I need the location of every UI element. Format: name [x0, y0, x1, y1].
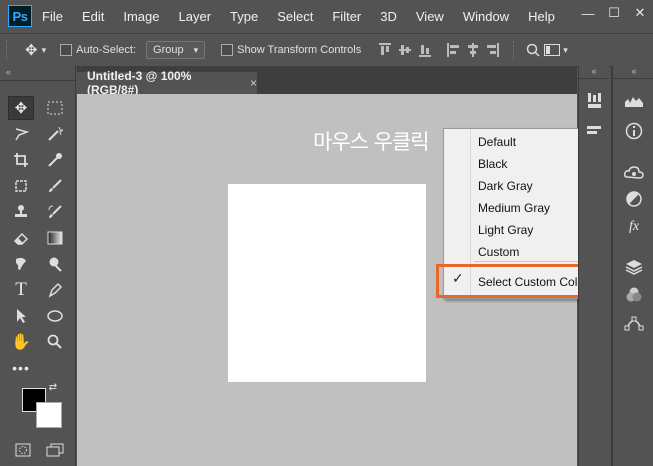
menu-type[interactable]: Type — [230, 9, 258, 24]
document-canvas[interactable] — [228, 184, 426, 382]
menu-view[interactable]: View — [416, 9, 444, 24]
document-tab-title: Untitled-3 @ 100% (RGB/8#) — [87, 69, 192, 97]
tools-panel-collapse[interactable]: « — [0, 66, 75, 81]
more-icon[interactable]: ••• — [8, 356, 34, 380]
options-grip[interactable] — [6, 40, 11, 60]
gradient-icon[interactable] — [42, 226, 68, 250]
channels-icon[interactable] — [621, 284, 647, 306]
libraries-icon[interactable] — [621, 162, 647, 184]
auto-select-value: Group — [153, 44, 184, 56]
move-icon[interactable]: ✥ — [8, 96, 34, 120]
menu-item-medium-gray[interactable]: Medium Gray — [478, 197, 550, 219]
eraser-icon[interactable] — [8, 226, 34, 250]
lasso-icon[interactable] — [8, 122, 34, 146]
chevron-down-icon: ▾ — [193, 44, 199, 55]
align-left-icon[interactable] — [447, 43, 460, 57]
menu-filter[interactable]: Filter — [332, 9, 361, 24]
brush-settings-icon[interactable] — [581, 90, 607, 112]
type-icon[interactable]: T — [8, 278, 34, 302]
panel-dock-2: « fx — [611, 66, 653, 466]
adjustments-icon[interactable] — [621, 188, 647, 210]
stamp-icon[interactable] — [8, 200, 34, 224]
zoom-icon[interactable] — [42, 330, 68, 354]
ellipse-icon[interactable] — [42, 304, 68, 328]
close-button[interactable]: ✕ — [627, 5, 653, 21]
search-icon[interactable] — [526, 43, 540, 57]
align-vcenter-icon[interactable] — [399, 43, 412, 57]
dock-collapse[interactable]: « — [613, 66, 653, 79]
minimize-button[interactable]: — — [575, 6, 601, 21]
workspace-icon[interactable] — [544, 44, 561, 56]
menu-image[interactable]: Image — [123, 9, 159, 24]
frame-icon[interactable] — [8, 174, 34, 198]
eyedropper-icon[interactable] — [42, 148, 68, 172]
crop-icon[interactable] — [8, 148, 34, 172]
menu-item-dark-gray[interactable]: Dark Gray — [478, 175, 533, 197]
options-bar: ✥ ▾ Auto-Select: Group ▾ Show Transform … — [0, 33, 653, 67]
quick-mask-icon[interactable] — [10, 438, 36, 462]
menu-item-light-gray[interactable]: Light Gray — [478, 219, 533, 241]
swap-colors-icon[interactable]: ⇄ — [46, 380, 60, 394]
hand-icon[interactable]: ✋ — [8, 330, 34, 354]
pen-icon[interactable] — [42, 278, 68, 302]
auto-select-dropdown[interactable]: Group ▾ — [146, 41, 206, 59]
menu-file[interactable]: File — [42, 9, 63, 24]
dodge-icon[interactable] — [42, 252, 68, 276]
tools-panel: « ✥ T ✋ ••• ⇄ — [0, 66, 76, 466]
chevron-down-icon[interactable]: ▾ — [563, 45, 568, 56]
menu-edit[interactable]: Edit — [82, 9, 104, 24]
menu-item-black[interactable]: Black — [478, 153, 507, 175]
chevron-down-icon[interactable]: ▾ — [42, 45, 47, 56]
align-hcenter-icon[interactable] — [467, 43, 479, 57]
screen-mode-icon[interactable] — [42, 438, 68, 462]
layers-icon[interactable] — [621, 256, 647, 278]
menu-3d[interactable]: 3D — [380, 9, 397, 24]
close-tab-icon[interactable]: × — [250, 76, 257, 90]
menu-help[interactable]: Help — [528, 9, 555, 24]
menu-window[interactable]: Window — [463, 9, 509, 24]
annotation-text: 마우스 우클릭 — [313, 130, 430, 154]
align-bottom-icon[interactable] — [419, 43, 432, 57]
background-color-swatch[interactable] — [36, 402, 62, 428]
info-icon[interactable] — [621, 120, 647, 142]
styles-icon[interactable]: fx — [621, 216, 647, 238]
photoshop-logo[interactable]: Ps — [8, 5, 32, 27]
clone-source-icon[interactable] — [581, 120, 607, 142]
menu-layer[interactable]: Layer — [179, 9, 212, 24]
transform-controls-label: Show Transform Controls — [237, 44, 362, 56]
transform-controls-checkbox[interactable] — [221, 44, 234, 56]
move-tool-preset-icon[interactable]: ✥ — [25, 41, 38, 59]
window-controls: — ☐ ✕ — [575, 0, 653, 26]
auto-select-label: Auto-Select: — [76, 44, 137, 56]
document-tab-bar: Untitled-3 @ 100% (RGB/8#) × — [77, 66, 577, 97]
panel-dock-1: « — [578, 66, 609, 466]
maximize-button[interactable]: ☐ — [601, 5, 627, 21]
path-select-icon[interactable] — [8, 304, 34, 328]
history-brush-icon[interactable] — [42, 200, 68, 224]
menu-item-default[interactable]: Default — [478, 131, 516, 153]
align-top-icon[interactable] — [379, 43, 392, 57]
smudge-icon[interactable] — [8, 252, 34, 276]
menu-item-custom[interactable]: Custom — [478, 241, 519, 263]
histogram-icon[interactable] — [621, 90, 647, 112]
align-right-icon[interactable] — [487, 43, 500, 57]
magic-wand-icon[interactable] — [42, 122, 68, 146]
auto-select-checkbox[interactable] — [60, 44, 73, 56]
paths-icon[interactable] — [621, 312, 647, 334]
dock-collapse[interactable]: « — [579, 66, 609, 79]
marquee-icon[interactable] — [42, 96, 68, 120]
menu-select[interactable]: Select — [277, 9, 313, 24]
brush-icon[interactable] — [42, 174, 68, 198]
document-tab[interactable]: Untitled-3 @ 100% (RGB/8#) × — [77, 69, 257, 97]
menu-bar: Ps File Edit Image Layer Type Select Fil… — [0, 0, 653, 32]
